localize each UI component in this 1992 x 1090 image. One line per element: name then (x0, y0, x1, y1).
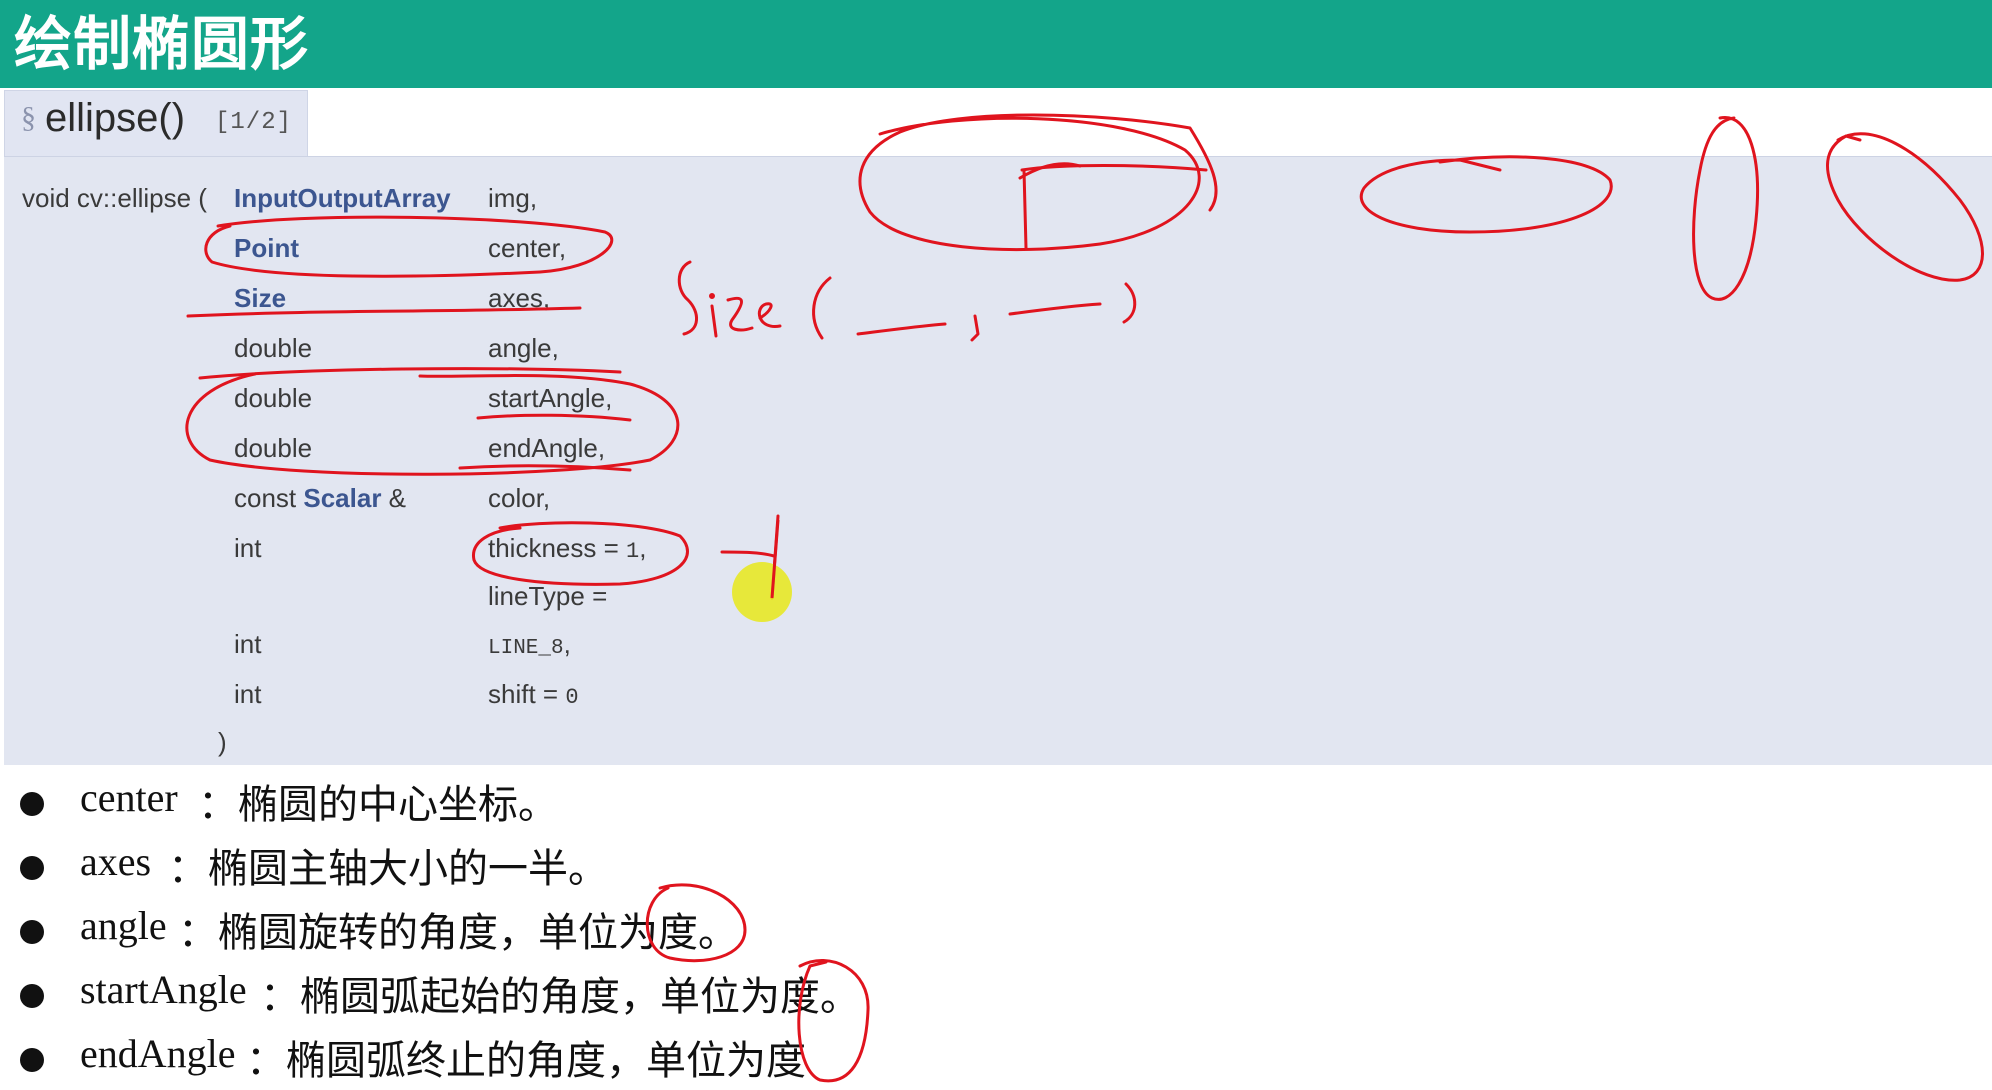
pointer-highlight-icon (732, 562, 792, 622)
cursor-highlight (732, 519, 792, 622)
